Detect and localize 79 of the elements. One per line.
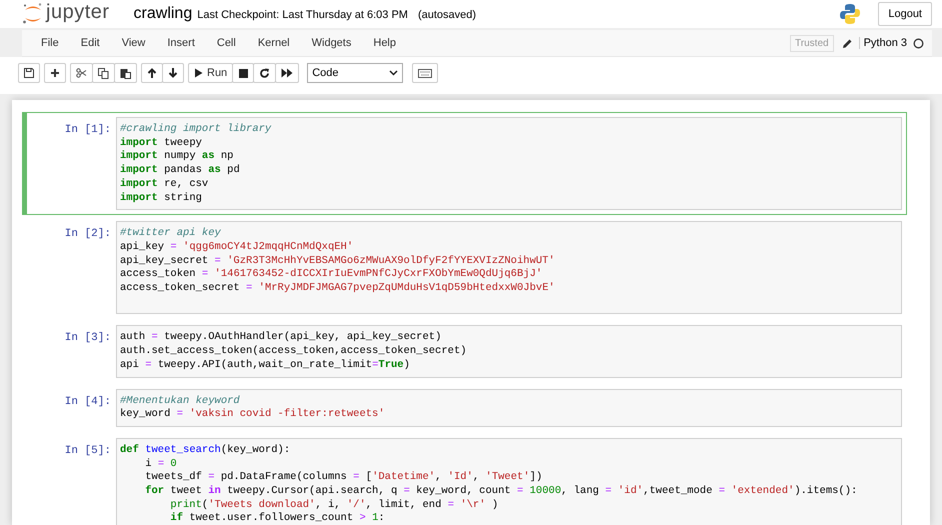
paste-icon	[120, 68, 131, 78]
code-editor[interactable]	[116, 438, 902, 525]
code-line: auth = tweepy.OAuthHandler(api_key, api_key_secret)	[120, 331, 442, 345]
code-line: access_token_secret = 'MrRyJMDFJMGAG7pvepZqUMduHsV1qD59bHtedxxW0JbvE'	[120, 282, 556, 296]
code-editor[interactable]: #Menentukan keyword key_word = 'vaksin covid -filter:retweets'	[116, 388, 902, 427]
menu-item[interactable]: Widgets	[300, 37, 362, 49]
code-line: import pandas as pd	[120, 164, 241, 178]
code-line: #crawling import library	[120, 123, 272, 137]
code-line: if tweet.user.followers_count > 1:	[169, 512, 386, 525]
move-down-button[interactable]	[162, 63, 184, 83]
restart-icon	[259, 68, 270, 78]
code-line: def tweet_search(key_word):	[120, 444, 292, 458]
copy-button[interactable]	[92, 63, 115, 83]
move-up-button[interactable]	[141, 63, 163, 83]
kernel-name: Python 3	[858, 37, 907, 49]
code-editor[interactable]	[116, 221, 902, 314]
cut-button[interactable]	[70, 63, 93, 83]
code-cell[interactable]: In [4]: #Menentukan keyword key_word = 'vaksin covid -filter:retweets'	[22, 384, 907, 432]
code-line: api_key_secret = 'GzR3T3McHhYvEBSAMGo6zMWuAX9olDfyF2fYYEXVIzZNoihwUT'	[120, 254, 556, 268]
code-cell[interactable]: In [3]: auth = tweepy.OAuthHandler(api_key, api_key_secret) auth.set_access_token(access_token,access_token_secret) api = tweepy.API(auth,wait_on_rate_limit=True)	[22, 320, 907, 383]
add-cell-button[interactable]	[44, 63, 66, 83]
code-line: import numpy as np	[120, 150, 234, 164]
cell-prompt: In [3]:	[64, 331, 112, 346]
kernel-idle-icon	[913, 38, 924, 48]
code-line: tweets_df = pd.DataFrame(columns = ['Datetime', 'Id', 'Tweet'])	[144, 471, 544, 485]
plus-icon	[50, 68, 60, 78]
code-line: api = tweepy.API(auth,wait_on_rate_limit=True)	[120, 358, 411, 373]
save-icon	[24, 68, 34, 78]
arrow-up-icon	[147, 68, 157, 78]
code-line: import string	[120, 192, 203, 206]
code-cell[interactable]: In [1]: #crawling import library import tweepy import numpy as np import pandas as pd import re, csv import string	[22, 112, 907, 216]
stop-button[interactable]	[232, 63, 254, 83]
stop-icon	[238, 68, 248, 78]
code-line: import re, csv	[120, 178, 210, 192]
copy-icon	[98, 68, 109, 78]
notebook-name[interactable]: crawling	[134, 5, 192, 23]
code-editor[interactable]: #crawling import library import tweepy import numpy as np import pandas as pd import re, csv import string	[116, 117, 902, 210]
cell-prompt: In [5]:	[64, 444, 112, 459]
fast-forward-icon	[281, 68, 294, 78]
play-icon	[194, 68, 203, 78]
code-line: #twitter api key	[120, 227, 222, 241]
menu-item[interactable]: Kernel	[246, 37, 301, 49]
logout-button[interactable]: Logout	[878, 2, 932, 26]
menu-item[interactable]: Insert	[156, 37, 206, 49]
python-logo-icon	[839, 3, 862, 25]
cell-prompt: In [2]:	[64, 227, 112, 242]
code-line: key_word = 'vaksin covid -filter:retweets'	[120, 408, 386, 422]
fast-forward-button[interactable]	[275, 63, 300, 83]
code-line: i = 0	[144, 458, 178, 471]
menu-item[interactable]: Help	[362, 37, 407, 49]
code-line: import tweepy	[120, 136, 203, 150]
menu-item[interactable]: Edit	[70, 37, 111, 49]
code-editor[interactable]: auth = tweepy.OAuthHandler(api_key, api_key_secret) auth.set_access_token(access_token,access_token_secret) api = tweepy.API(auth,wait_on_rate_limit=True)	[116, 325, 902, 378]
autosave-status: (autosaved)	[418, 9, 476, 21]
scissors-icon	[76, 68, 87, 78]
checkpoint-text: Last Checkpoint: Last Thursday at 6:03 PM	[197, 9, 408, 21]
caret-icon	[389, 70, 398, 76]
paste-button[interactable]	[114, 63, 137, 83]
keyboard-button[interactable]	[412, 63, 438, 83]
arrow-down-icon	[168, 68, 178, 78]
restart-button[interactable]	[253, 63, 276, 83]
logo-text[interactable]: jupyter	[46, 1, 110, 24]
cell-type-select[interactable]: Code	[307, 63, 404, 83]
code-line: api_key = 'qgg6moCY4tJ2mqqHCnMdQxqEH'	[120, 240, 354, 255]
code-line: access_token = '1461763452-dICCXIrIuEvmPNfCJyCxrFXObYmEw0QdUjq6BjJ'	[120, 268, 544, 282]
cell-prompt: In [4]:	[64, 394, 112, 410]
run-button[interactable]: Run	[188, 63, 234, 83]
code-line: #Menentukan keyword	[120, 394, 241, 408]
save-button[interactable]	[18, 63, 40, 83]
keyboard-icon	[418, 68, 432, 78]
menu-item[interactable]: Cell	[206, 37, 247, 49]
cell-prompt: In [1]:	[64, 123, 112, 138]
menu-item[interactable]: View	[110, 37, 156, 49]
pencil-icon[interactable]	[842, 38, 853, 48]
code-line: for tweet in tweepy.Cursor(api.search, q = key_word, count = 10000, lang = 'id',tweet_mode = 'extended').items():	[144, 485, 858, 499]
menu-item[interactable]: File	[30, 37, 70, 49]
code-line: auth.set_access_token(access_token,access_token_secret)	[120, 345, 468, 359]
code-line: print('Tweets download', i, '/', limit, end = '\r' )	[169, 498, 500, 512]
jupyter-logo-icon	[22, 2, 44, 26]
